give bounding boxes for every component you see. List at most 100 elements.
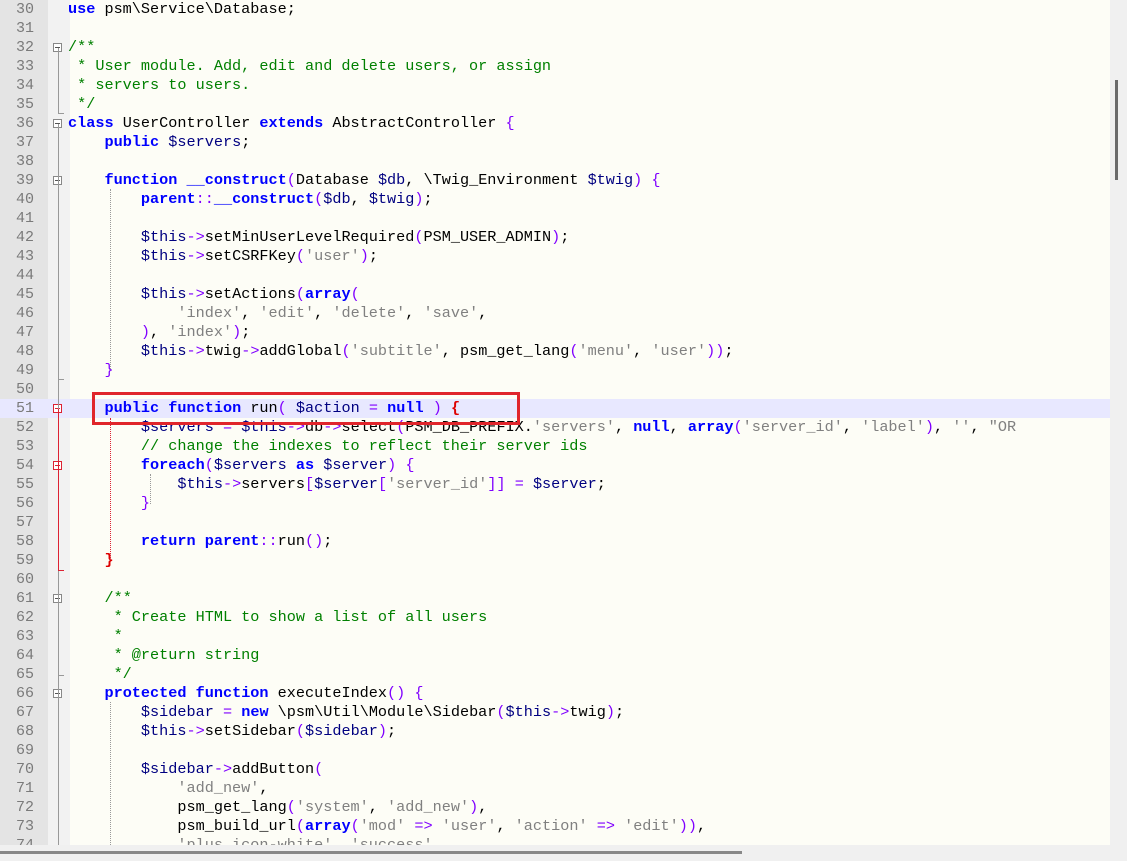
code-text[interactable]: * servers to users. bbox=[68, 76, 250, 95]
code-text[interactable]: class UserController extends AbstractCon… bbox=[68, 114, 515, 133]
code-text[interactable]: */ bbox=[68, 95, 95, 114]
fold-end-run bbox=[58, 570, 64, 571]
code-text[interactable]: 'index', 'edit', 'delete', 'save', bbox=[68, 304, 487, 323]
code-line-30[interactable]: 30 use psm\Service\Database; bbox=[0, 0, 1110, 19]
vertical-scrollbar[interactable] bbox=[1110, 0, 1127, 845]
code-line-70[interactable]: 70 $sidebar->addButton( bbox=[0, 760, 1110, 779]
code-line-34[interactable]: 34 * servers to users. bbox=[0, 76, 1110, 95]
code-line-38[interactable]: 38 bbox=[0, 152, 1110, 171]
code-text[interactable]: // change the indexes to reflect their s… bbox=[68, 437, 588, 456]
code-text[interactable]: $this->setSidebar($sidebar); bbox=[68, 722, 396, 741]
horizontal-scroll-thumb[interactable] bbox=[0, 851, 742, 854]
code-text[interactable]: $this->setMinUserLevelRequired(PSM_USER_… bbox=[68, 228, 569, 247]
code-line-35[interactable]: 35 */ bbox=[0, 95, 1110, 114]
code-line-65[interactable]: 65 */ bbox=[0, 665, 1110, 684]
line-number: 57 bbox=[15, 514, 34, 531]
code-line-32[interactable]: 32 /** bbox=[0, 38, 1110, 57]
fold-end-docblock2 bbox=[58, 675, 64, 676]
code-line-61[interactable]: 61 /** bbox=[0, 589, 1110, 608]
code-line-68[interactable]: 68 $this->setSidebar($sidebar); bbox=[0, 722, 1110, 741]
code-text[interactable]: 'add_new', bbox=[68, 779, 268, 798]
code-line-37[interactable]: 37 public $servers; bbox=[0, 133, 1110, 152]
code-text[interactable]: $this->setCSRFKey('user'); bbox=[68, 247, 378, 266]
code-text[interactable]: public $servers; bbox=[68, 133, 250, 152]
code-line-42[interactable]: 42 $this->setMinUserLevelRequired(PSM_US… bbox=[0, 228, 1110, 247]
code-line-33[interactable]: 33 * User module. Add, edit and delete u… bbox=[0, 57, 1110, 76]
line-number: 41 bbox=[15, 210, 34, 227]
code-text[interactable]: */ bbox=[68, 665, 132, 684]
code-line-59[interactable]: 59 } bbox=[0, 551, 1110, 570]
line-number: 67 bbox=[15, 704, 34, 721]
code-text[interactable]: $sidebar->addButton( bbox=[68, 760, 323, 779]
line-number: 31 bbox=[15, 20, 34, 37]
line-number: 54 bbox=[15, 457, 34, 474]
code-text[interactable]: $this->twig->addGlobal('subtitle', psm_g… bbox=[68, 342, 734, 361]
code-text[interactable]: foreach($servers as $server) { bbox=[68, 456, 415, 475]
code-line-53[interactable]: 53 // change the indexes to reflect thei… bbox=[0, 437, 1110, 456]
code-line-66[interactable]: 66 protected function executeIndex() { bbox=[0, 684, 1110, 703]
code-line-64[interactable]: 64 * @return string bbox=[0, 646, 1110, 665]
code-text[interactable]: function __construct(Database $db, \Twig… bbox=[68, 171, 660, 190]
vertical-scroll-thumb[interactable] bbox=[1115, 80, 1118, 180]
code-line-43[interactable]: 43 $this->setCSRFKey('user'); bbox=[0, 247, 1110, 266]
code-line-54[interactable]: 54 foreach($servers as $server) { bbox=[0, 456, 1110, 475]
code-line-62[interactable]: 62 * Create HTML to show a list of all u… bbox=[0, 608, 1110, 627]
code-line-47[interactable]: 47 ), 'index'); bbox=[0, 323, 1110, 342]
line-number: 49 bbox=[15, 362, 34, 379]
code-text[interactable]: use psm\Service\Database; bbox=[68, 0, 296, 19]
line-number: 44 bbox=[15, 267, 34, 284]
code-line-55[interactable]: 55 $this->servers[$server['server_id']] … bbox=[0, 475, 1110, 494]
code-line-49[interactable]: 49 } bbox=[0, 361, 1110, 380]
code-line-31[interactable]: 31 bbox=[0, 19, 1110, 38]
code-text[interactable]: } bbox=[68, 551, 113, 570]
code-line-36[interactable]: 36 class UserController extends AbstractC… bbox=[0, 114, 1110, 133]
code-line-40[interactable]: 40 parent::__construct($db, $twig); bbox=[0, 190, 1110, 209]
code-line-44[interactable]: 44 bbox=[0, 266, 1110, 285]
code-line-48[interactable]: 48 $this->twig->addGlobal('subtitle', ps… bbox=[0, 342, 1110, 361]
line-number: 33 bbox=[15, 58, 34, 75]
code-line-58[interactable]: 58 return parent::run(); bbox=[0, 532, 1110, 551]
code-line-41[interactable]: 41 bbox=[0, 209, 1110, 228]
code-text[interactable]: return parent::run(); bbox=[68, 532, 332, 551]
code-text[interactable]: /** bbox=[68, 38, 95, 57]
code-text[interactable]: } bbox=[68, 361, 113, 380]
line-number: 46 bbox=[15, 305, 34, 322]
code-text[interactable]: psm_build_url(array('mod' => 'user', 'ac… bbox=[68, 817, 706, 836]
code-line-73[interactable]: 73 psm_build_url(array('mod' => 'user', … bbox=[0, 817, 1110, 836]
line-number: 30 bbox=[15, 1, 34, 18]
code-text[interactable]: protected function executeIndex() { bbox=[68, 684, 423, 703]
code-text[interactable]: * @return string bbox=[68, 646, 260, 665]
code-text[interactable]: $this->servers[$server['server_id']] = $… bbox=[68, 475, 606, 494]
code-text[interactable]: psm_get_lang('system', 'add_new'), bbox=[68, 798, 487, 817]
code-line-71[interactable]: 71 'add_new', bbox=[0, 779, 1110, 798]
code-editor[interactable]: 30 use psm\Service\Database; 31 32/** 33 * U… bbox=[0, 0, 1127, 861]
code-text[interactable]: * Create HTML to show a list of all user… bbox=[68, 608, 488, 627]
code-line-67[interactable]: 67 $sidebar = new \psm\Util\Module\Sideb… bbox=[0, 703, 1110, 722]
code-line-74[interactable]: 74 'plus icon-white', 'success' bbox=[0, 836, 1110, 845]
code-text[interactable]: $this->setActions(array( bbox=[68, 285, 360, 304]
line-number: 39 bbox=[15, 172, 34, 189]
code-text[interactable]: /** bbox=[68, 589, 131, 608]
code-text[interactable]: $sidebar = new \psm\Util\Module\Sidebar(… bbox=[68, 703, 624, 722]
fold-line-docblock2 bbox=[58, 599, 59, 676]
line-number: 58 bbox=[15, 533, 34, 550]
code-text[interactable]: * bbox=[68, 627, 123, 646]
code-line-63[interactable]: 63 * bbox=[0, 627, 1110, 646]
code-line-69[interactable]: 69 bbox=[0, 741, 1110, 760]
code-line-60[interactable]: 60 bbox=[0, 570, 1110, 589]
line-number: 62 bbox=[15, 609, 34, 626]
code-text[interactable]: parent::__construct($db, $twig); bbox=[68, 190, 433, 209]
code-line-57[interactable]: 57 bbox=[0, 513, 1110, 532]
code-text[interactable]: 'plus icon-white', 'success' bbox=[68, 836, 432, 845]
horizontal-scrollbar[interactable] bbox=[0, 845, 1127, 861]
code-line-39[interactable]: 39 function __construct(Database $db, \T… bbox=[0, 171, 1110, 190]
code-line-56[interactable]: 56 } bbox=[0, 494, 1110, 513]
code-text[interactable]: ), 'index'); bbox=[68, 323, 250, 342]
code-line-45[interactable]: 45 $this->setActions(array( bbox=[0, 285, 1110, 304]
code-line-72[interactable]: 72 psm_get_lang('system', 'add_new'), bbox=[0, 798, 1110, 817]
code-text[interactable]: * User module. Add, edit and delete user… bbox=[68, 57, 551, 76]
line-number: 74 bbox=[0, 836, 34, 845]
code-line-46[interactable]: 46 'index', 'edit', 'delete', 'save', bbox=[0, 304, 1110, 323]
line-number: 69 bbox=[15, 742, 34, 759]
line-number: 66 bbox=[15, 685, 34, 702]
